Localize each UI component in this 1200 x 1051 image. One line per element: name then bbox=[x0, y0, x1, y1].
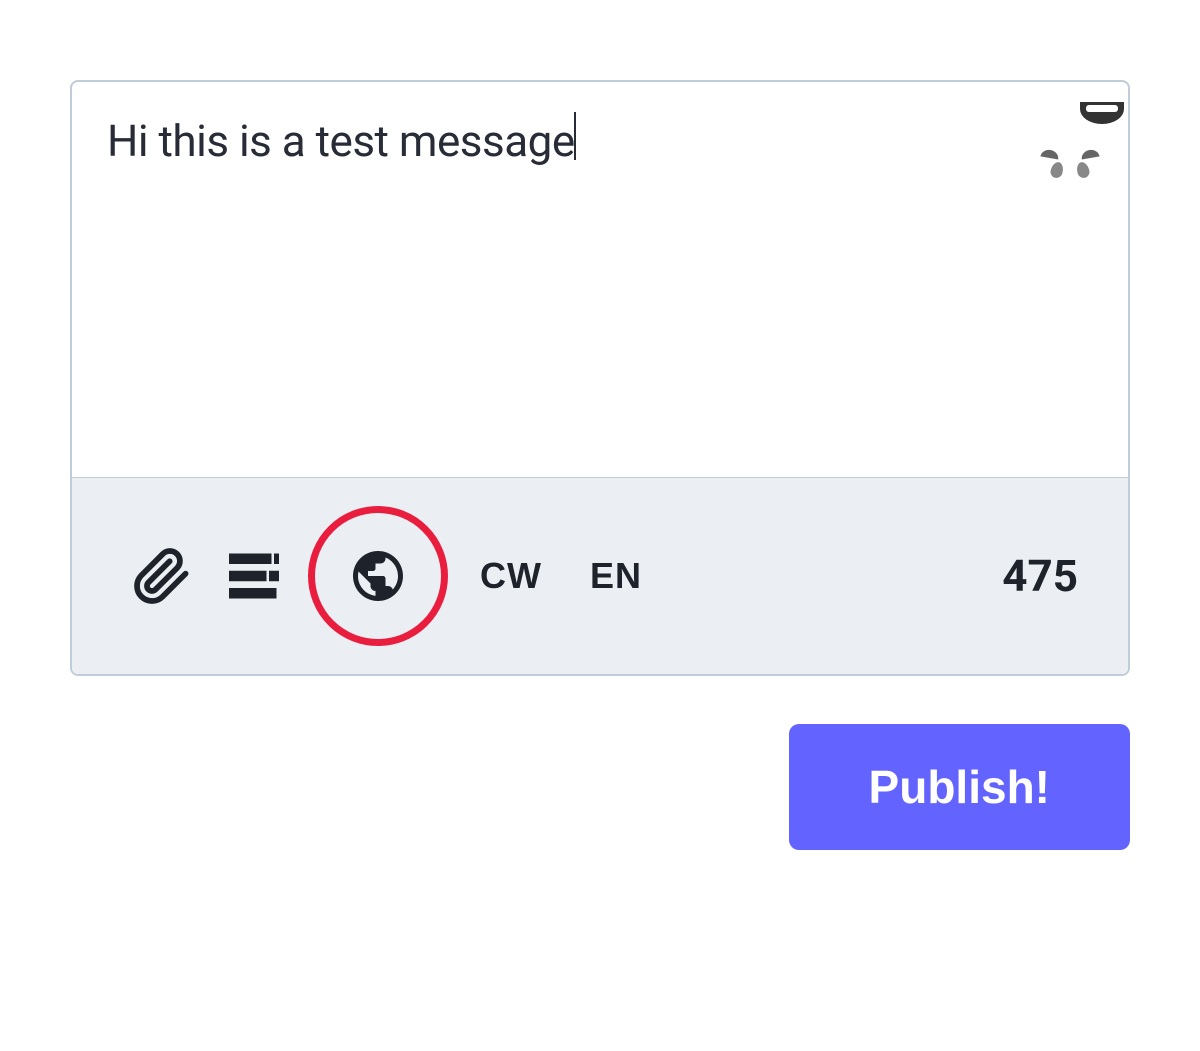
text-cursor bbox=[574, 112, 576, 160]
publish-row: Publish! bbox=[70, 724, 1130, 850]
character-counter: 475 bbox=[1002, 550, 1078, 602]
emoji-picker-button[interactable] bbox=[1037, 102, 1103, 168]
language-button[interactable]: EN bbox=[582, 555, 650, 597]
publish-button[interactable]: Publish! bbox=[789, 724, 1130, 850]
attach-media-button[interactable] bbox=[132, 546, 192, 606]
visibility-highlight-annotation bbox=[308, 506, 448, 646]
poll-icon bbox=[224, 546, 284, 606]
visibility-button[interactable] bbox=[348, 546, 408, 606]
compose-toolbar: CW EN 475 bbox=[72, 477, 1128, 674]
poll-button[interactable] bbox=[224, 546, 284, 606]
content-warning-button[interactable]: CW bbox=[472, 555, 550, 597]
compose-text-area[interactable]: Hi this is a test message bbox=[72, 82, 1128, 477]
compose-text: Hi this is a test message bbox=[107, 113, 575, 170]
compose-box: Hi this is a test message bbox=[70, 80, 1130, 676]
globe-icon bbox=[348, 546, 408, 606]
paperclip-icon bbox=[132, 546, 192, 606]
